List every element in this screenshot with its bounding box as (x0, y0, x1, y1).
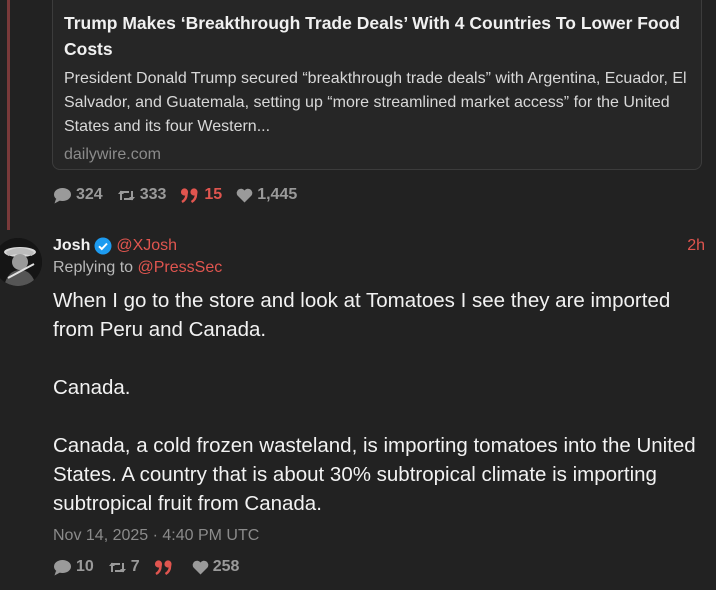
timeline: Trump Makes ‘Breakthrough Trade Deals’ W… (0, 0, 716, 590)
quote-count: 15 (204, 186, 223, 203)
parent-post-actions: 324 333 15 1,445 (53, 186, 311, 204)
repost-count: 7 (130, 558, 140, 575)
repost-icon (117, 190, 135, 200)
replying-prefix: Replying to (53, 259, 134, 276)
replying-to-mention[interactable]: @PressSec (138, 259, 223, 276)
card-domain[interactable]: dailywire.com (64, 143, 690, 167)
post-time-link[interactable]: 2h (687, 237, 705, 255)
avatar[interactable] (0, 238, 42, 286)
thread-connector-line (7, 0, 10, 230)
author-handle[interactable]: @XJosh (116, 237, 177, 255)
like-count: 258 (212, 558, 240, 575)
post-actions: 10 7 258 (53, 558, 253, 576)
like-count: 1,445 (257, 186, 298, 203)
replying-to: Replying to @PressSec (53, 259, 222, 277)
heart-icon (236, 188, 253, 202)
quote-button[interactable]: 15 (180, 186, 222, 204)
repost-button[interactable]: 7 (108, 558, 140, 576)
reply-count: 324 (76, 186, 103, 203)
post-timestamp[interactable]: Nov 14, 2025 · 4:40 PM UTC (53, 527, 259, 545)
link-preview-card[interactable]: Trump Makes ‘Breakthrough Trade Deals’ W… (52, 0, 702, 170)
quote-button[interactable] (154, 559, 178, 575)
card-title[interactable]: Trump Makes ‘Breakthrough Trade Deals’ W… (64, 10, 690, 62)
like-button[interactable]: 1,445 (236, 186, 297, 204)
like-button[interactable]: 258 (192, 558, 240, 576)
author-name[interactable]: Josh (53, 237, 90, 255)
reply-button[interactable]: 324 (53, 186, 103, 204)
reply-count: 10 (76, 558, 94, 575)
post-paragraph: Canada. (53, 376, 131, 399)
avatar-image (0, 238, 42, 286)
post-paragraph: Canada, a cold frozen wasteland, is impo… (53, 434, 696, 515)
card-description: President Donald Trump secured “breakthr… (64, 70, 687, 135)
quote-icon (154, 560, 172, 575)
repost-count: 333 (139, 186, 167, 203)
quote-icon (181, 188, 199, 203)
post-body: When I go to the store and look at Tomat… (53, 286, 703, 518)
post-header: Josh @XJosh 2h (53, 235, 705, 257)
repost-icon (108, 562, 126, 572)
verified-badge-icon (94, 237, 112, 255)
repost-button[interactable]: 333 (117, 186, 167, 204)
reply-icon (54, 559, 71, 575)
reply-icon (54, 187, 71, 203)
reply-button[interactable]: 10 (53, 558, 94, 576)
heart-icon (192, 560, 209, 574)
post-paragraph: When I go to the store and look at Tomat… (53, 289, 671, 341)
